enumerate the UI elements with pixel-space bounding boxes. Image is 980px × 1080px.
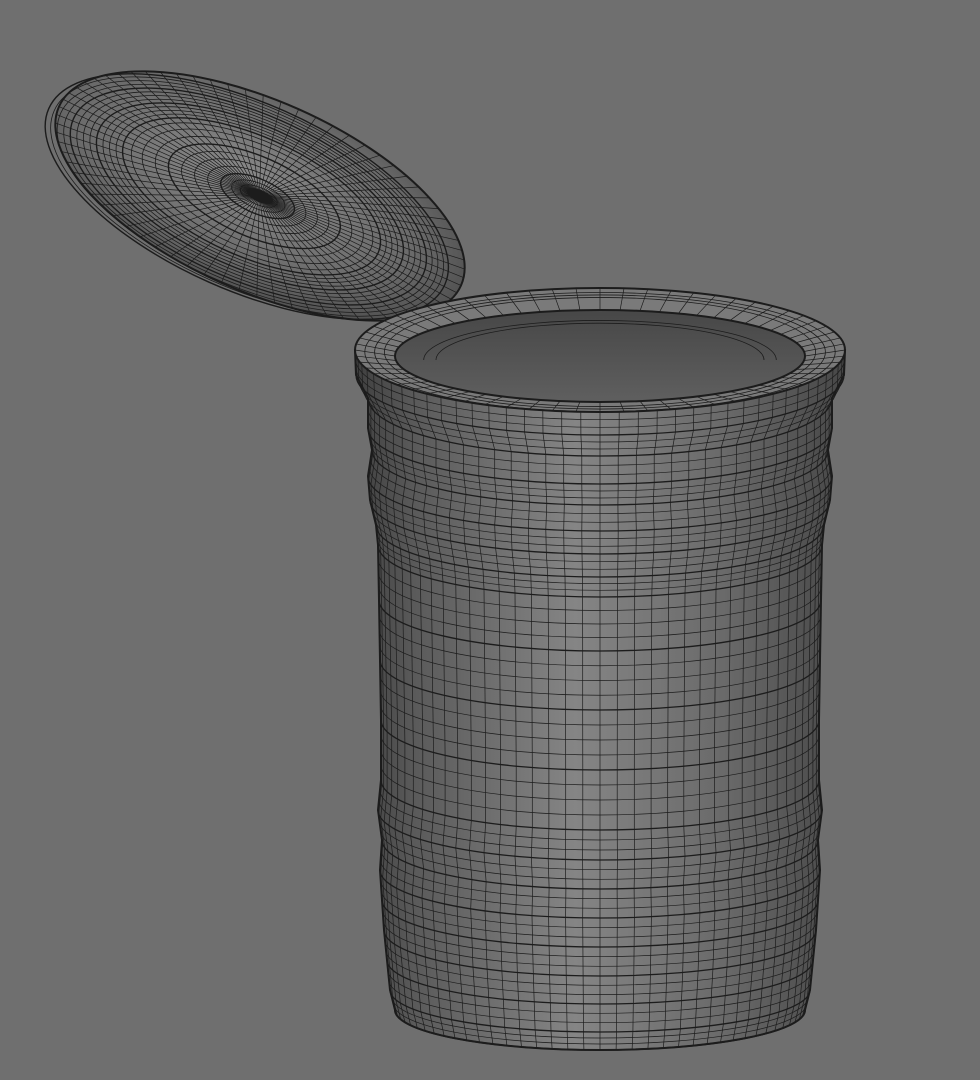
- viewport-canvas[interactable]: [0, 0, 980, 1080]
- rim-inner-opening: [394, 309, 806, 403]
- 3d-viewport[interactable]: [0, 0, 980, 1080]
- canister-rim: [354, 287, 846, 413]
- canister-mesh[interactable]: [353, 287, 847, 1051]
